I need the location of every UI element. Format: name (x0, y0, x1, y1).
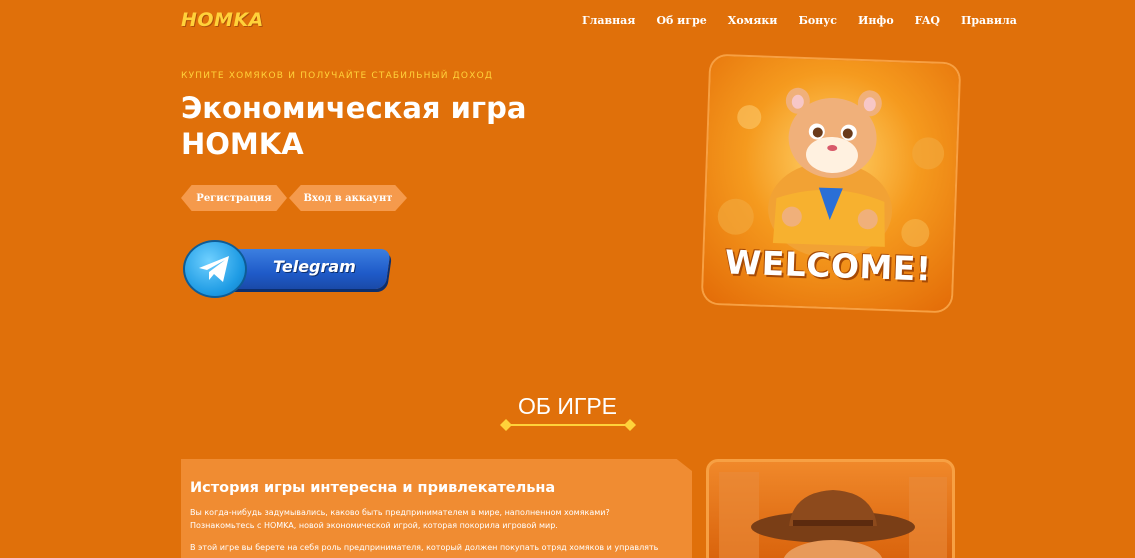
cowboy-hamster-image (706, 459, 955, 558)
hero-title-line2: HOMKA (181, 127, 304, 161)
hero-title: Экономическая игра HOMKA (181, 90, 581, 162)
main-nav: Главная Об игре Хомяки Бонус Инфо FAQ Пр… (582, 14, 1017, 27)
about-card: История игры интересна и привлекательна … (181, 459, 692, 558)
telegram-button[interactable]: Telegram (183, 240, 393, 300)
nav-link-about[interactable]: Об игре (656, 14, 706, 27)
hero-title-line1: Экономическая игра (181, 91, 527, 125)
nav-link-home[interactable]: Главная (582, 14, 635, 27)
about-card-title: История игры интересна и привлекательна (190, 480, 556, 496)
register-button[interactable]: Регистрация (181, 185, 287, 211)
nav-link-faq[interactable]: FAQ (915, 14, 940, 27)
telegram-icon (183, 240, 247, 298)
nav-link-info[interactable]: Инфо (858, 14, 894, 27)
section-title-about: ОБ ИГРЕ (517, 393, 618, 419)
hero-kicker: КУПИТЕ ХОМЯКОВ И ПОЛУЧАЙТЕ СТАБИЛЬНЫЙ ДО… (181, 71, 494, 81)
nav-link-rules[interactable]: Правила (961, 14, 1017, 27)
about-paragraph-1: Вы когда-нибудь задумывались, каково быт… (190, 508, 610, 530)
login-button[interactable]: Вход в аккаунт (289, 185, 407, 211)
about-paragraph-2: В этой игре вы берете на себя роль предп… (190, 543, 659, 558)
nav-link-bonus[interactable]: Бонус (798, 14, 837, 27)
site-logo[interactable]: HOMKA (181, 9, 264, 31)
cowboy-illustration (719, 472, 947, 558)
section-divider (500, 419, 636, 431)
telegram-label: Telegram (273, 257, 356, 276)
nav-link-hamsters[interactable]: Хомяки (728, 14, 778, 27)
welcome-hamster-image: WELCOME! (702, 55, 960, 312)
